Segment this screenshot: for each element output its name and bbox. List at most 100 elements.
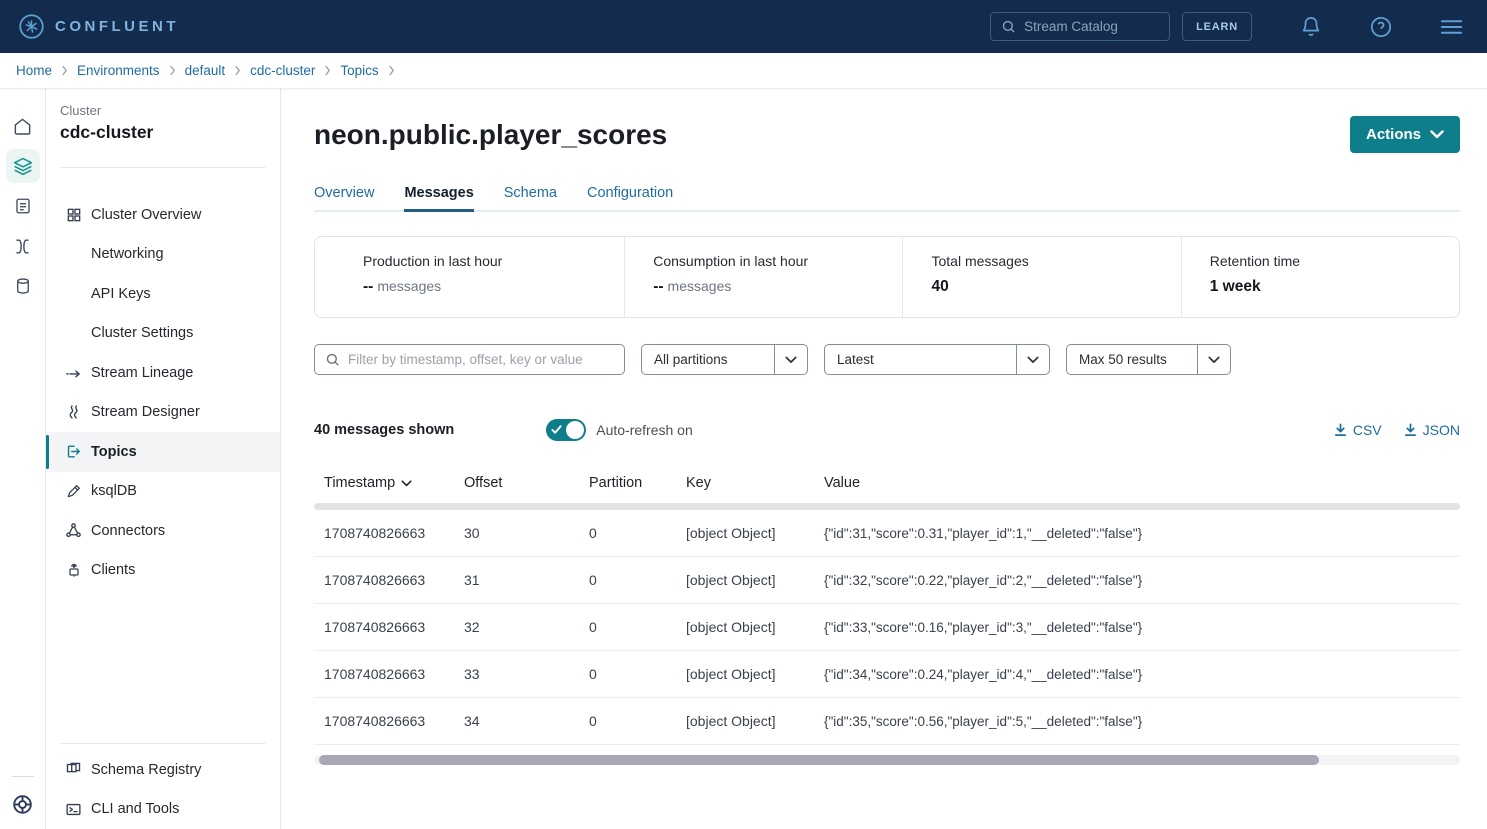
sidebar-item-clients[interactable]: Clients <box>46 551 280 591</box>
message-filter-input[interactable] <box>348 352 614 367</box>
table-cell: 1708740826663 <box>324 572 464 588</box>
table-row[interactable]: 1708740826663310[object Object]{"id":32,… <box>314 557 1460 604</box>
sidebar-item-label: Cluster Overview <box>91 207 201 223</box>
designer-curves-icon <box>65 404 82 421</box>
scrollbar-thumb[interactable] <box>319 755 1319 765</box>
stat-retention-time: Retention time 1 week <box>1181 237 1459 317</box>
tab-overview[interactable]: Overview <box>314 185 374 210</box>
breadcrumb-home[interactable]: Home <box>16 63 52 78</box>
sidebar-item-stream-lineage[interactable]: Stream Lineage <box>46 353 280 393</box>
table-row[interactable]: 1708740826663300[object Object]{"id":31,… <box>314 510 1460 557</box>
chevron-down-icon <box>774 345 807 374</box>
rail-home-button[interactable] <box>6 109 40 143</box>
sidebar-item-api-keys[interactable]: API Keys <box>46 274 280 314</box>
order-dropdown[interactable]: Latest <box>824 344 1050 375</box>
main-content: neon.public.player_scores Actions Overvi… <box>281 89 1487 829</box>
confluent-brand[interactable]: CONFLUENT <box>18 13 179 40</box>
table-cell: [object Object] <box>686 666 824 682</box>
lineage-arrow-icon <box>65 364 82 381</box>
sidebar-item-cli-and-tools[interactable]: CLI and Tools <box>46 790 280 829</box>
cluster-sidebar: Cluster cdc-cluster Cluster Overview Net… <box>46 89 281 829</box>
rail-document-button[interactable] <box>6 189 40 223</box>
search-icon <box>1001 19 1016 34</box>
chevron-down-icon <box>1197 345 1230 374</box>
max-results-dropdown-value: Max 50 results <box>1067 352 1197 367</box>
icon-rail <box>0 89 46 829</box>
column-header-offset[interactable]: Offset <box>464 475 589 491</box>
actions-button[interactable]: Actions <box>1350 116 1460 153</box>
stream-catalog-input[interactable] <box>1024 19 1159 34</box>
table-row[interactable]: 1708740826663340[object Object]{"id":35,… <box>314 698 1460 745</box>
client-icon <box>65 562 82 579</box>
stats-card: Production in last hour --messages Consu… <box>314 236 1460 318</box>
bell-icon <box>1300 16 1322 38</box>
table-cell: 32 <box>464 619 589 635</box>
rail-flink-button[interactable] <box>6 229 40 263</box>
column-header-key[interactable]: Key <box>686 475 824 491</box>
breadcrumb-default[interactable]: default <box>185 63 226 78</box>
sidebar-item-label: Schema Registry <box>91 762 201 778</box>
table-row[interactable]: 1708740826663320[object Object]{"id":33,… <box>314 604 1460 651</box>
support-icon <box>12 794 33 815</box>
chevron-down-icon <box>1430 130 1444 139</box>
sidebar-item-ksqldb[interactable]: ksqlDB <box>46 472 280 512</box>
page-title: neon.public.player_scores <box>314 119 667 151</box>
message-filter-search[interactable] <box>314 344 625 375</box>
learn-button[interactable]: LEARN <box>1182 12 1252 41</box>
sidebar-item-cluster-overview[interactable]: Cluster Overview <box>46 195 280 235</box>
main-menu-button[interactable] <box>1440 18 1463 36</box>
toggle-knob <box>566 421 584 439</box>
sidebar-item-cluster-settings[interactable]: Cluster Settings <box>46 314 280 354</box>
stat-production: Production in last hour --messages <box>315 237 624 317</box>
breadcrumb: Home Environments default cdc-cluster To… <box>0 53 1487 89</box>
stream-catalog-search[interactable] <box>990 12 1170 41</box>
breadcrumb-cdc-cluster[interactable]: cdc-cluster <box>250 63 315 78</box>
sidebar-item-label: Stream Designer <box>91 404 200 420</box>
column-header-partition[interactable]: Partition <box>589 475 686 491</box>
home-icon <box>13 117 32 136</box>
table-cell: 0 <box>589 713 686 729</box>
chevron-right-icon <box>61 65 68 76</box>
stat-label: Retention time <box>1210 253 1449 269</box>
table-row[interactable]: 1708740826663330[object Object]{"id":34,… <box>314 651 1460 698</box>
column-header-value[interactable]: Value <box>824 475 1460 491</box>
column-header-timestamp[interactable]: Timestamp <box>324 475 464 491</box>
sidebar-item-networking[interactable]: Networking <box>46 235 280 275</box>
table-cell: 0 <box>589 525 686 541</box>
topic-tabs: Overview Messages Schema Configuration <box>314 185 1460 212</box>
status-row: 40 messages shown Auto-refresh on <box>314 419 1460 441</box>
table-cell: {"id":34,"score":0.24,"player_id":4,"__d… <box>824 667 1460 682</box>
sidebar-item-connectors[interactable]: Connectors <box>46 511 280 551</box>
tab-messages[interactable]: Messages <box>404 185 473 210</box>
sidebar-item-topics[interactable]: Topics <box>46 432 280 472</box>
help-button[interactable] <box>1370 16 1392 38</box>
column-label: Timestamp <box>324 475 395 491</box>
search-icon <box>325 352 340 367</box>
rail-environments-button[interactable] <box>6 149 40 183</box>
pen-icon <box>65 483 82 500</box>
auto-refresh-toggle[interactable] <box>546 419 586 441</box>
breadcrumb-topics[interactable]: Topics <box>340 63 378 78</box>
sidebar-item-schema-registry[interactable]: Schema Registry <box>46 750 280 790</box>
horizontal-scrollbar <box>314 755 1460 765</box>
terminal-icon <box>65 801 82 818</box>
confluent-logo-icon <box>18 13 45 40</box>
tab-schema[interactable]: Schema <box>504 185 557 210</box>
sidebar-item-stream-designer[interactable]: Stream Designer <box>46 393 280 433</box>
column-label: Partition <box>589 475 642 491</box>
topic-icon <box>65 443 82 460</box>
breadcrumb-environments[interactable]: Environments <box>77 63 160 78</box>
max-results-dropdown[interactable]: Max 50 results <box>1066 344 1231 375</box>
download-json-link[interactable]: JSON <box>1404 422 1460 438</box>
tab-configuration[interactable]: Configuration <box>587 185 673 210</box>
table-cell: 1708740826663 <box>324 666 464 682</box>
sidebar-item-label: Cluster Settings <box>91 325 193 341</box>
partitions-dropdown[interactable]: All partitions <box>641 344 808 375</box>
download-csv-link[interactable]: CSV <box>1334 422 1382 438</box>
table-cell: 34 <box>464 713 589 729</box>
table-cell: {"id":35,"score":0.56,"player_id":5,"__d… <box>824 714 1460 729</box>
table-cell: {"id":31,"score":0.31,"player_id":1,"__d… <box>824 526 1460 541</box>
rail-support-button[interactable] <box>6 787 40 821</box>
rail-data-button[interactable] <box>6 269 40 303</box>
notifications-button[interactable] <box>1300 16 1322 38</box>
